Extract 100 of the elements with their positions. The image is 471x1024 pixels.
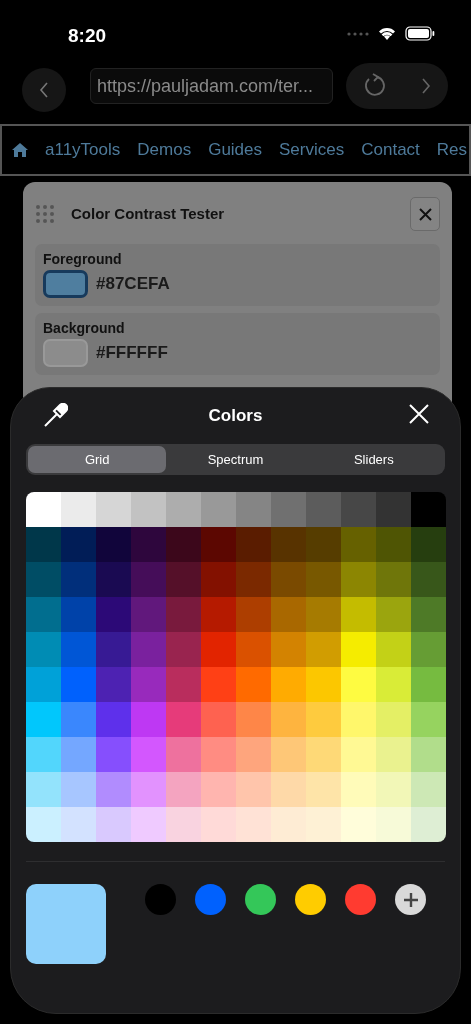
color-swatch[interactable] <box>61 492 96 527</box>
color-swatch[interactable] <box>341 562 376 597</box>
back-button[interactable] <box>22 68 66 112</box>
color-swatch[interactable] <box>306 737 341 772</box>
color-swatch[interactable] <box>131 597 166 632</box>
color-swatch[interactable] <box>411 597 446 632</box>
color-swatch[interactable] <box>201 737 236 772</box>
color-swatch[interactable] <box>376 527 411 562</box>
color-swatch[interactable] <box>271 667 306 702</box>
color-swatch[interactable] <box>306 667 341 702</box>
color-swatch[interactable] <box>96 807 131 842</box>
color-swatch[interactable] <box>166 702 201 737</box>
color-swatch[interactable] <box>271 527 306 562</box>
color-swatch[interactable] <box>376 597 411 632</box>
color-swatch[interactable] <box>376 562 411 597</box>
color-swatch[interactable] <box>341 597 376 632</box>
color-swatch[interactable] <box>61 737 96 772</box>
segment-tab[interactable]: Grid <box>28 446 167 473</box>
color-swatch-button[interactable] <box>43 270 88 298</box>
color-swatch[interactable] <box>61 527 96 562</box>
url-field[interactable]: https://pauljadam.com/ter... <box>90 68 333 104</box>
segment-tab[interactable]: Sliders <box>304 446 443 473</box>
nav-link[interactable]: Contact <box>361 137 420 163</box>
color-swatch[interactable] <box>306 492 341 527</box>
nav-link[interactable]: Guides <box>208 137 263 163</box>
color-swatch[interactable] <box>271 737 306 772</box>
color-swatch[interactable] <box>201 492 236 527</box>
color-swatch[interactable] <box>236 807 271 842</box>
color-swatch[interactable] <box>306 562 341 597</box>
color-swatch[interactable] <box>166 772 201 807</box>
color-swatch[interactable] <box>376 632 411 667</box>
color-swatch[interactable] <box>236 772 271 807</box>
segment-tab[interactable]: Spectrum <box>166 446 305 473</box>
color-swatch[interactable] <box>131 807 166 842</box>
color-swatch[interactable] <box>236 492 271 527</box>
nav-link[interactable]: a11yTools <box>45 137 121 163</box>
color-swatch[interactable] <box>26 562 61 597</box>
color-swatch[interactable] <box>341 702 376 737</box>
color-swatch[interactable] <box>96 667 131 702</box>
color-swatch[interactable] <box>411 632 446 667</box>
color-swatch[interactable] <box>145 884 176 915</box>
color-swatch[interactable] <box>271 807 306 842</box>
color-swatch[interactable] <box>26 492 61 527</box>
color-swatch[interactable] <box>376 807 411 842</box>
color-swatch[interactable] <box>411 702 446 737</box>
color-swatch[interactable] <box>376 737 411 772</box>
color-swatch[interactable] <box>131 702 166 737</box>
color-swatch[interactable] <box>96 527 131 562</box>
color-swatch[interactable] <box>61 597 96 632</box>
color-swatch[interactable] <box>166 632 201 667</box>
color-swatch[interactable] <box>96 702 131 737</box>
color-swatch[interactable] <box>26 527 61 562</box>
color-swatch[interactable] <box>271 702 306 737</box>
color-swatch[interactable] <box>345 884 376 915</box>
color-swatch[interactable] <box>201 562 236 597</box>
color-swatch[interactable] <box>131 737 166 772</box>
home-icon[interactable] <box>12 143 28 157</box>
color-swatch[interactable] <box>166 492 201 527</box>
color-swatch[interactable] <box>201 702 236 737</box>
color-swatch[interactable] <box>131 527 166 562</box>
color-swatch[interactable] <box>271 492 306 527</box>
color-swatch[interactable] <box>411 667 446 702</box>
color-swatch[interactable] <box>96 632 131 667</box>
color-swatch[interactable] <box>376 772 411 807</box>
color-swatch[interactable] <box>201 807 236 842</box>
color-swatch[interactable] <box>201 527 236 562</box>
color-swatch[interactable] <box>26 737 61 772</box>
color-swatch[interactable] <box>341 737 376 772</box>
color-swatch[interactable] <box>411 772 446 807</box>
eyedropper-icon[interactable] <box>42 403 68 429</box>
color-swatch[interactable] <box>166 597 201 632</box>
color-swatch[interactable] <box>166 527 201 562</box>
color-swatch[interactable] <box>131 667 166 702</box>
color-swatch[interactable] <box>411 562 446 597</box>
color-swatch[interactable] <box>26 702 61 737</box>
color-swatch[interactable] <box>195 884 226 915</box>
nav-link[interactable]: Demos <box>137 137 192 163</box>
color-swatch[interactable] <box>236 632 271 667</box>
color-swatch[interactable] <box>295 884 326 915</box>
color-swatch[interactable] <box>341 527 376 562</box>
color-swatch[interactable] <box>96 562 131 597</box>
color-swatch[interactable] <box>26 772 61 807</box>
color-swatch[interactable] <box>61 667 96 702</box>
color-swatch[interactable] <box>411 807 446 842</box>
color-swatch[interactable] <box>96 597 131 632</box>
reload-button[interactable] <box>363 73 387 99</box>
color-swatch[interactable] <box>61 632 96 667</box>
color-swatch[interactable] <box>26 667 61 702</box>
color-swatch[interactable] <box>306 597 341 632</box>
color-swatch[interactable] <box>411 492 446 527</box>
color-swatch[interactable] <box>96 492 131 527</box>
color-swatch[interactable] <box>376 492 411 527</box>
color-swatch[interactable] <box>341 667 376 702</box>
color-swatch[interactable] <box>166 807 201 842</box>
color-swatch[interactable] <box>236 562 271 597</box>
nav-link[interactable]: Res <box>436 137 468 163</box>
color-swatch[interactable] <box>306 772 341 807</box>
color-swatch[interactable] <box>341 772 376 807</box>
nav-link[interactable]: Services <box>279 137 345 163</box>
color-swatch[interactable] <box>271 562 306 597</box>
